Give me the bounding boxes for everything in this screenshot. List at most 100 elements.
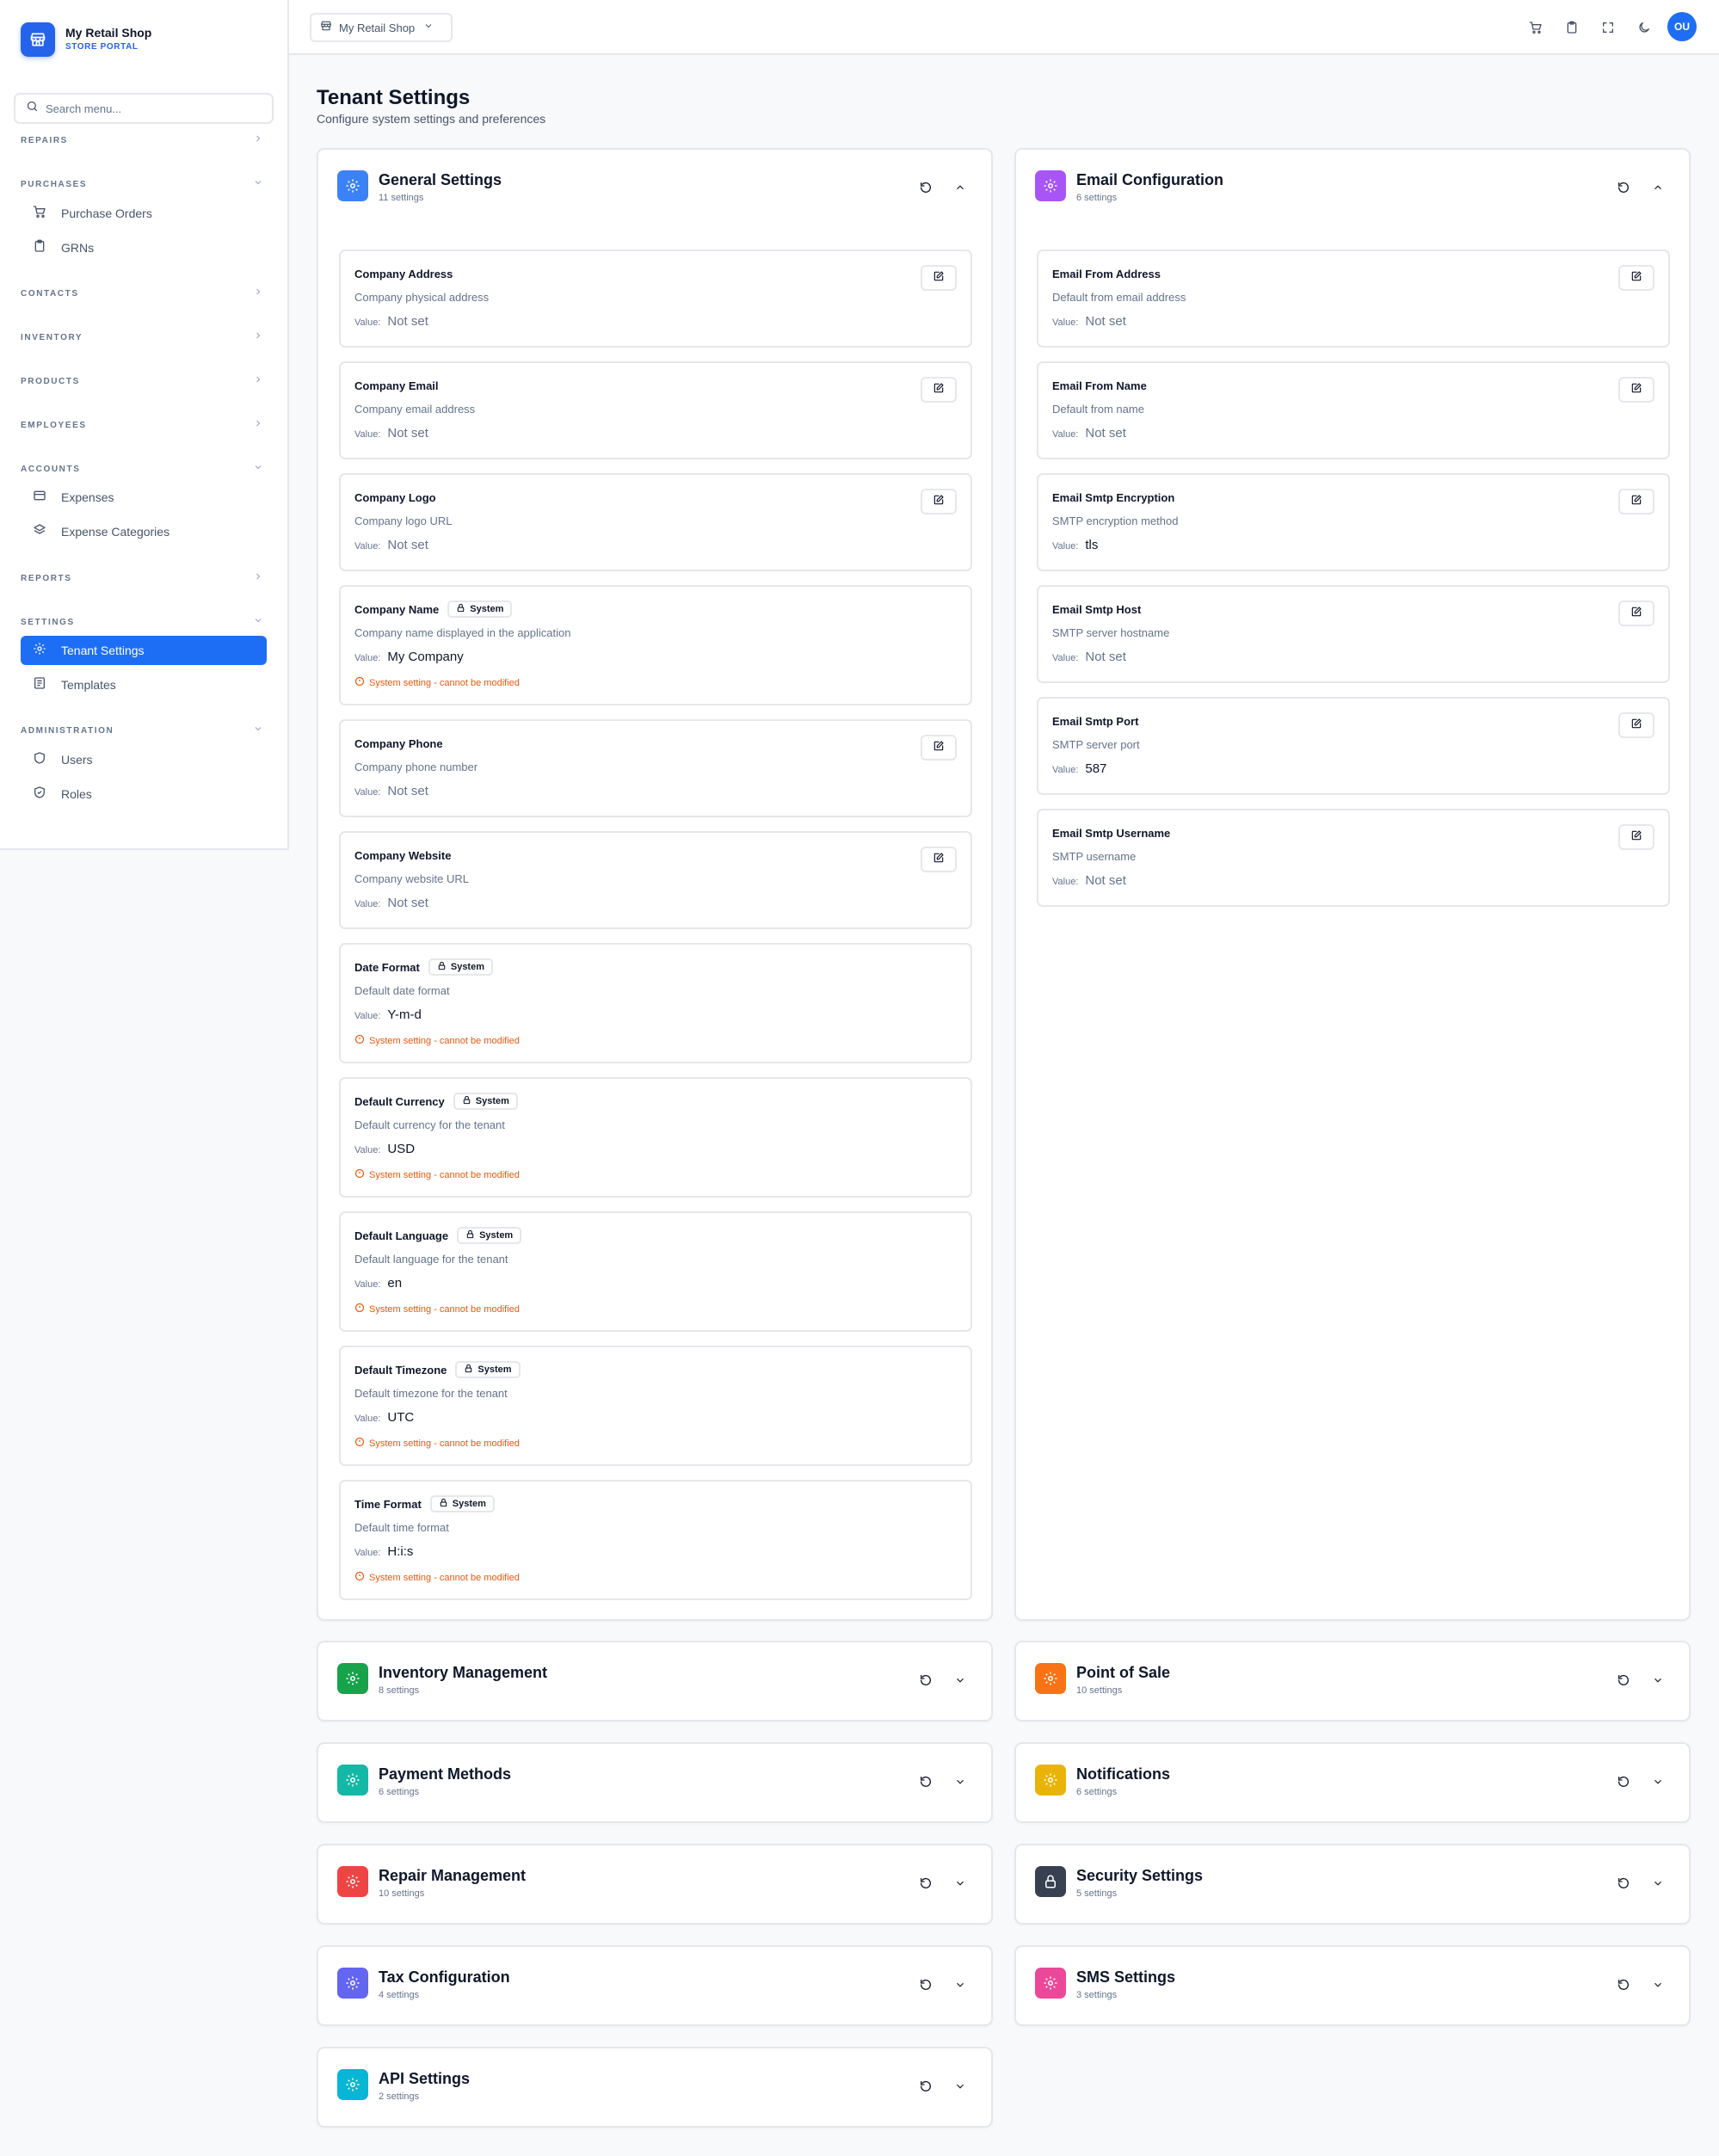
panel-point-of-sale[interactable]: Point of Sale 10 settings <box>1014 1641 1691 1722</box>
chevron-right-icon <box>253 286 263 301</box>
reset-icon[interactable] <box>1615 1672 1632 1689</box>
setting-name: Email From Name <box>1052 379 1147 392</box>
panel-header[interactable]: SMS Settings 3 settings <box>1035 1968 1175 2002</box>
nav-section-administration[interactable]: ADMINISTRATION <box>21 721 263 740</box>
sidebar-item-templates[interactable]: Templates <box>21 670 267 699</box>
nav-section-settings[interactable]: SETTINGS <box>21 613 263 631</box>
panel-header[interactable]: Inventory Management 8 settings <box>337 1663 547 1697</box>
panel-count: 6 settings <box>379 1787 420 1797</box>
sidebar-item-roles[interactable]: Roles <box>21 779 267 809</box>
reset-icon[interactable] <box>917 2078 934 2095</box>
edit-button[interactable] <box>1618 601 1654 626</box>
brand[interactable]: My Retail Shop STORE PORTAL <box>21 22 151 57</box>
sidebar-item-label: Tenant Settings <box>61 644 145 657</box>
sidebar-item-expense-categories[interactable]: Expense Categories <box>21 517 267 546</box>
edit-button[interactable] <box>921 847 957 872</box>
lock-icon <box>465 1229 475 1241</box>
search-input[interactable] <box>46 102 252 115</box>
panel-header[interactable]: Email Configuration 6 settings <box>1035 170 1223 205</box>
value-label: Value: <box>354 1414 381 1424</box>
chevron-up-icon[interactable] <box>952 179 969 196</box>
reset-icon[interactable] <box>917 179 934 196</box>
setting-card: Email Smtp Username SMTP username Value:… <box>1037 809 1670 907</box>
reset-icon[interactable] <box>1615 179 1632 196</box>
reset-icon[interactable] <box>917 1976 934 1993</box>
reset-icon[interactable] <box>917 1875 934 1892</box>
nav-section-purchases[interactable]: PURCHASES <box>21 175 263 194</box>
nav-section-reports[interactable]: REPORTS <box>21 569 263 588</box>
edit-button[interactable] <box>921 489 957 514</box>
edit-button[interactable] <box>1618 712 1654 738</box>
panel-payment-methods[interactable]: Payment Methods 6 settings <box>317 1742 993 1823</box>
sidebar-item-tenant-settings[interactable]: Tenant Settings <box>21 636 267 665</box>
panel-security-settings[interactable]: Security Settings 5 settings <box>1014 1844 1691 1925</box>
setting-card: Company Name System Company name display… <box>339 585 972 705</box>
panel-header[interactable]: Payment Methods 6 settings <box>337 1765 511 1799</box>
setting-name: Time Format <box>354 1497 422 1511</box>
setting-name: Email From Address <box>1052 267 1161 280</box>
reset-icon[interactable] <box>917 1773 934 1790</box>
panel-api-settings[interactable]: API Settings 2 settings <box>317 2047 993 2128</box>
panel-header[interactable]: Tax Configuration 4 settings <box>337 1968 510 2002</box>
chevron-down-icon[interactable] <box>952 2078 969 2095</box>
sidebar-item-purchase-orders[interactable]: Purchase Orders <box>21 199 267 228</box>
chevron-down-icon[interactable] <box>952 1875 969 1892</box>
sidebar-item-expenses[interactable]: Expenses <box>21 483 267 512</box>
nav-section-repairs[interactable]: REPAIRS <box>21 131 263 150</box>
panel-header[interactable]: API Settings 2 settings <box>337 2069 470 2104</box>
chevron-down-icon[interactable] <box>1649 1672 1667 1689</box>
reset-icon[interactable] <box>917 1672 934 1689</box>
reset-icon[interactable] <box>1615 1976 1632 1993</box>
nav-section-contacts[interactable]: CONTACTS <box>21 284 263 303</box>
panel-count: 6 settings <box>1076 193 1118 203</box>
panel-count: 2 settings <box>379 2091 420 2102</box>
sidebar-item-grns[interactable]: GRNs <box>21 233 267 262</box>
reset-icon[interactable] <box>1615 1875 1632 1892</box>
clipboard-icon[interactable] <box>1563 19 1580 36</box>
edit-button[interactable] <box>1618 824 1654 850</box>
nav-section-accounts[interactable]: ACCOUNTS <box>21 459 263 478</box>
setting-value: Not set <box>1085 426 1126 440</box>
nav-section-products[interactable]: PRODUCTS <box>21 372 263 391</box>
setting-description: SMTP server port <box>1052 738 1140 751</box>
panel-sms-settings[interactable]: SMS Settings 3 settings <box>1014 1945 1691 2026</box>
shop-selector[interactable]: My Retail Shop <box>310 13 453 42</box>
system-badge-label: System <box>470 604 504 614</box>
cart-icon[interactable] <box>1527 19 1544 36</box>
fullscreen-icon[interactable] <box>1599 19 1617 36</box>
edit-button[interactable] <box>1618 377 1654 403</box>
chevron-down-icon[interactable] <box>1649 1773 1667 1790</box>
sidebar-item-users[interactable]: Users <box>21 745 267 774</box>
edit-button[interactable] <box>921 377 957 403</box>
panel-header[interactable]: Repair Management 10 settings <box>337 1866 526 1900</box>
panel-header[interactable]: Security Settings 5 settings <box>1035 1866 1203 1900</box>
panel-header[interactable]: Point of Sale 10 settings <box>1035 1663 1170 1697</box>
panel-repair-management[interactable]: Repair Management 10 settings <box>317 1844 993 1925</box>
setting-description: SMTP encryption method <box>1052 514 1179 527</box>
panel-notifications[interactable]: Notifications 6 settings <box>1014 1742 1691 1823</box>
chevron-down-icon[interactable] <box>952 1672 969 1689</box>
chevron-up-icon[interactable] <box>1649 179 1667 196</box>
edit-button[interactable] <box>1618 489 1654 514</box>
panel-header[interactable]: Notifications 6 settings <box>1035 1765 1170 1799</box>
nav-section-inventory[interactable]: INVENTORY <box>21 328 263 347</box>
sidebar-item-label: Expense Categories <box>61 525 170 539</box>
setting-description: Default timezone for the tenant <box>354 1387 508 1400</box>
moon-icon[interactable] <box>1636 19 1653 36</box>
chevron-down-icon[interactable] <box>952 1976 969 1993</box>
chevron-down-icon[interactable] <box>1649 1875 1667 1892</box>
edit-button[interactable] <box>921 735 957 761</box>
edit-button[interactable] <box>1618 265 1654 291</box>
setting-card: Email Smtp Encryption SMTP encryption me… <box>1037 473 1670 571</box>
reset-icon[interactable] <box>1615 1773 1632 1790</box>
search-box[interactable] <box>14 93 274 124</box>
panel-header[interactable]: General Settings 11 settings <box>337 170 502 205</box>
panel-tax-configuration[interactable]: Tax Configuration 4 settings <box>317 1945 993 2026</box>
edit-icon <box>933 382 945 398</box>
chevron-down-icon[interactable] <box>952 1773 969 1790</box>
edit-button[interactable] <box>921 265 957 291</box>
avatar[interactable]: OU <box>1667 12 1697 41</box>
chevron-down-icon[interactable] <box>1649 1976 1667 1993</box>
nav-section-employees[interactable]: EMPLOYEES <box>21 416 263 434</box>
panel-inventory-management[interactable]: Inventory Management 8 settings <box>317 1641 993 1722</box>
